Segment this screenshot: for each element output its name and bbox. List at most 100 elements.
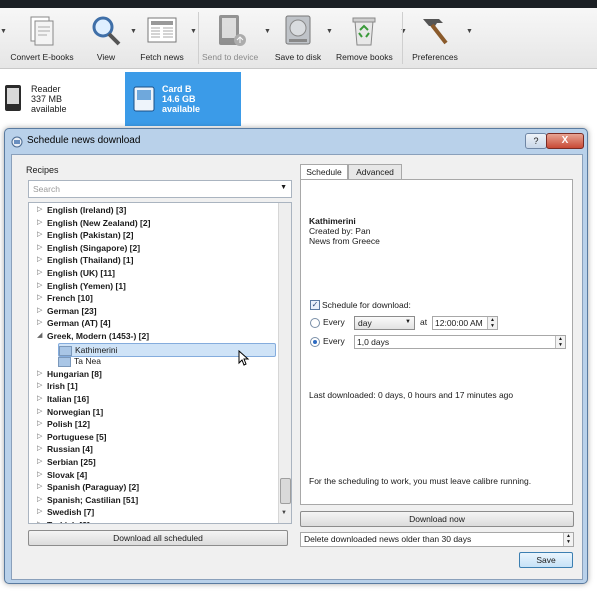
- day-select[interactable]: day ▼: [354, 316, 415, 330]
- dropdown-arrow-icon[interactable]: ▼: [466, 28, 473, 35]
- tree-row-label: English (Ireland) [3]: [47, 205, 127, 215]
- every-day-radio[interactable]: [310, 318, 320, 328]
- collapsed-arrow-icon[interactable]: ▷: [37, 432, 42, 440]
- toolbar-separator: [198, 12, 199, 64]
- collapsed-arrow-icon[interactable]: ▷: [37, 457, 42, 465]
- collapsed-arrow-icon[interactable]: ▷: [37, 407, 42, 415]
- dropdown-arrow-icon[interactable]: ▼: [0, 28, 7, 35]
- tree-category[interactable]: ▷ Slovak [4]: [29, 469, 279, 482]
- expanded-arrow-icon[interactable]: ◢: [37, 331, 42, 339]
- help-button[interactable]: ?: [525, 133, 547, 149]
- collapsed-arrow-icon[interactable]: ▷: [37, 495, 42, 503]
- collapsed-arrow-icon[interactable]: ▷: [37, 318, 42, 326]
- tree-category[interactable]: ▷ Russian [4]: [29, 443, 279, 456]
- collapsed-arrow-icon[interactable]: ▷: [37, 205, 42, 213]
- dropdown-arrow-icon[interactable]: ▼: [326, 28, 333, 35]
- day-select-value: day: [358, 318, 372, 328]
- card-name: Card B: [162, 84, 192, 94]
- close-button[interactable]: X: [546, 133, 584, 149]
- tree-category[interactable]: ▷ Italian [16]: [29, 393, 279, 406]
- tree-row-label: Russian [4]: [47, 444, 93, 455]
- collapsed-arrow-icon[interactable]: ▷: [37, 243, 42, 251]
- toolbar-button-save-to-disk[interactable]: Save to disk: [274, 11, 322, 65]
- toolbar-button-preferences[interactable]: Preferences: [412, 11, 458, 65]
- toolbar-button-remove-books[interactable]: Remove books: [336, 11, 393, 65]
- tree-category[interactable]: ▷ Spanish (Paraguay) [2]: [29, 481, 279, 494]
- tab-advanced[interactable]: Advanced: [348, 164, 402, 179]
- tab-schedule[interactable]: Schedule: [300, 164, 348, 180]
- schedule-tab-panel: Kathimerini Created by: Pan News from Gr…: [300, 179, 573, 505]
- tree-row-label: Greek, Modern (1453-) [2]: [47, 331, 150, 341]
- toolbar-button-fetch-news[interactable]: Fetch news: [140, 11, 184, 65]
- collapsed-arrow-icon[interactable]: ▷: [37, 293, 42, 301]
- tree-category[interactable]: ▷ English (Thailand) [1]: [29, 254, 279, 267]
- collapsed-arrow-icon[interactable]: ▷: [37, 520, 42, 523]
- tree-scrollbar[interactable]: ▼: [278, 203, 291, 523]
- tree-category[interactable]: ▷ English (Ireland) [3]: [29, 204, 279, 217]
- tree-category[interactable]: ▷ Hungarian [8]: [29, 368, 279, 381]
- collapsed-arrow-icon[interactable]: ▷: [37, 230, 42, 238]
- collapsed-arrow-icon[interactable]: ▷: [37, 381, 42, 389]
- tree-category[interactable]: ▷ English (UK) [11]: [29, 267, 279, 280]
- tree-row-label: Turkish [3]: [47, 520, 90, 523]
- tree-category[interactable]: ▷ French [10]: [29, 292, 279, 305]
- tree-row-label: Hungarian [8]: [47, 368, 102, 379]
- device-reader[interactable]: Reader 337 MB available: [0, 72, 120, 126]
- collapsed-arrow-icon[interactable]: ▷: [37, 470, 42, 478]
- tree-category-expanded[interactable]: ◢ Greek, Modern (1453-) [2]: [29, 330, 279, 343]
- tree-category[interactable]: ▷ Serbian [25]: [29, 456, 279, 469]
- scroll-down-icon[interactable]: ▼: [281, 510, 287, 516]
- tree-category[interactable]: ▷ Norwegian [1]: [29, 406, 279, 419]
- toolbar-button-view[interactable]: View: [88, 11, 124, 65]
- dropdown-arrow-icon[interactable]: ▼: [264, 28, 271, 35]
- recipe-tree[interactable]: ▷ English (Ireland) [3] ▷ English (New Zeal…: [28, 202, 292, 524]
- tree-category[interactable]: ▷ English (Singapore) [2]: [29, 242, 279, 255]
- tree-category[interactable]: ▷ Turkish [3]: [29, 519, 279, 523]
- at-label: at: [420, 317, 428, 327]
- chevron-down-icon[interactable]: ▼: [280, 184, 287, 191]
- tree-category[interactable]: ▷ Spanish; Castilian [51]: [29, 494, 279, 507]
- device-card-b[interactable]: Card B 14.6 GB available: [125, 72, 241, 126]
- collapsed-arrow-icon[interactable]: ▷: [37, 306, 42, 314]
- delete-spinner[interactable]: ▲ ▼: [563, 533, 573, 546]
- tree-category[interactable]: ▷ English (Yemen) [1]: [29, 280, 279, 293]
- days-spinner[interactable]: ▲ ▼: [555, 336, 565, 348]
- tree-category[interactable]: ▷ Polish [12]: [29, 418, 279, 431]
- time-input[interactable]: 12:00:00 AM ▲ ▼: [432, 316, 498, 330]
- dialog-titlebar[interactable]: Schedule news download ? X: [5, 129, 587, 155]
- collapsed-arrow-icon[interactable]: ▷: [37, 394, 42, 402]
- collapsed-arrow-icon[interactable]: ▷: [37, 268, 42, 276]
- tree-category[interactable]: ▷ Portuguese [5]: [29, 431, 279, 444]
- tree-category[interactable]: ▷ German (AT) [4]: [29, 317, 279, 330]
- search-input[interactable]: Search ▼: [28, 180, 292, 198]
- collapsed-arrow-icon[interactable]: ▷: [37, 369, 42, 377]
- tree-category[interactable]: ▷ English (Pakistan) [2]: [29, 229, 279, 242]
- days-interval-input[interactable]: 1,0 days ▲ ▼: [354, 335, 566, 349]
- time-spinner[interactable]: ▲ ▼: [487, 317, 497, 329]
- hammer-icon: [423, 19, 448, 45]
- delete-older-input[interactable]: Delete downloaded news older than 30 day…: [300, 532, 574, 547]
- collapsed-arrow-icon[interactable]: ▷: [37, 218, 42, 226]
- collapsed-arrow-icon[interactable]: ▷: [37, 281, 42, 289]
- toolbar-button-convert-e-books[interactable]: Convert E-books: [10, 11, 74, 65]
- save-button[interactable]: Save: [519, 552, 573, 568]
- last-downloaded-text: Last downloaded: 0 days, 0 hours and 17 …: [309, 390, 514, 400]
- scrollbar-thumb[interactable]: [280, 478, 291, 504]
- dropdown-arrow-icon[interactable]: ▼: [130, 28, 137, 35]
- collapsed-arrow-icon[interactable]: ▷: [37, 444, 42, 452]
- collapsed-arrow-icon[interactable]: ▷: [37, 419, 42, 427]
- collapsed-arrow-icon[interactable]: ▷: [37, 482, 42, 490]
- schedule-checkbox-label: Schedule for download:: [322, 300, 411, 310]
- tree-category[interactable]: ▷ English (New Zealand) [2]: [29, 217, 279, 230]
- tree-category[interactable]: ▷ Swedish [7]: [29, 506, 279, 519]
- download-all-scheduled-button[interactable]: Download all scheduled: [28, 530, 288, 546]
- schedule-checkbox[interactable]: ✓: [310, 300, 320, 310]
- collapsed-arrow-icon[interactable]: ▷: [37, 255, 42, 263]
- tree-category[interactable]: ▷ Irish [1]: [29, 380, 279, 393]
- download-now-button[interactable]: Download now: [300, 511, 574, 527]
- every-days-radio[interactable]: [310, 337, 320, 347]
- collapsed-arrow-icon[interactable]: ▷: [37, 507, 42, 515]
- tree-category[interactable]: ▷ German [23]: [29, 305, 279, 318]
- dropdown-arrow-icon[interactable]: ▼: [190, 28, 197, 35]
- chevron-down-icon: ▼: [405, 319, 411, 325]
